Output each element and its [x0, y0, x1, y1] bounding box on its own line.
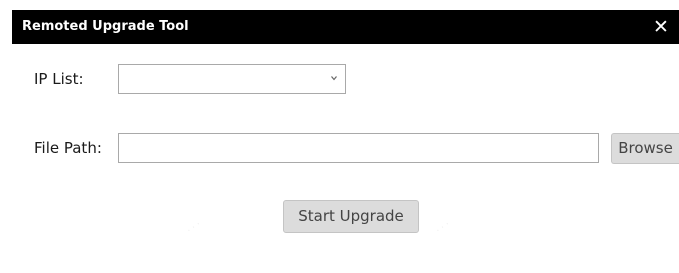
watermark: · · · [434, 219, 452, 237]
browse-button[interactable]: Browse [611, 133, 679, 164]
close-button[interactable]: ✕ [647, 13, 675, 41]
watermark: · · · [185, 219, 203, 237]
ip-list-dropdown[interactable] [118, 64, 346, 94]
ip-list-label: IP List: [34, 70, 84, 88]
file-path-label: File Path: [34, 139, 102, 157]
chevron-down-icon [331, 76, 337, 81]
start-upgrade-button[interactable]: Start Upgrade [283, 200, 419, 233]
close-icon: ✕ [653, 16, 669, 38]
title-bar: Remoted Upgrade Tool ✕ [12, 10, 679, 44]
upgrade-dialog: Remoted Upgrade Tool ✕ IP List: File Pat… [0, 0, 679, 273]
dialog-title: Remoted Upgrade Tool [22, 19, 189, 34]
file-path-input[interactable] [118, 133, 599, 163]
